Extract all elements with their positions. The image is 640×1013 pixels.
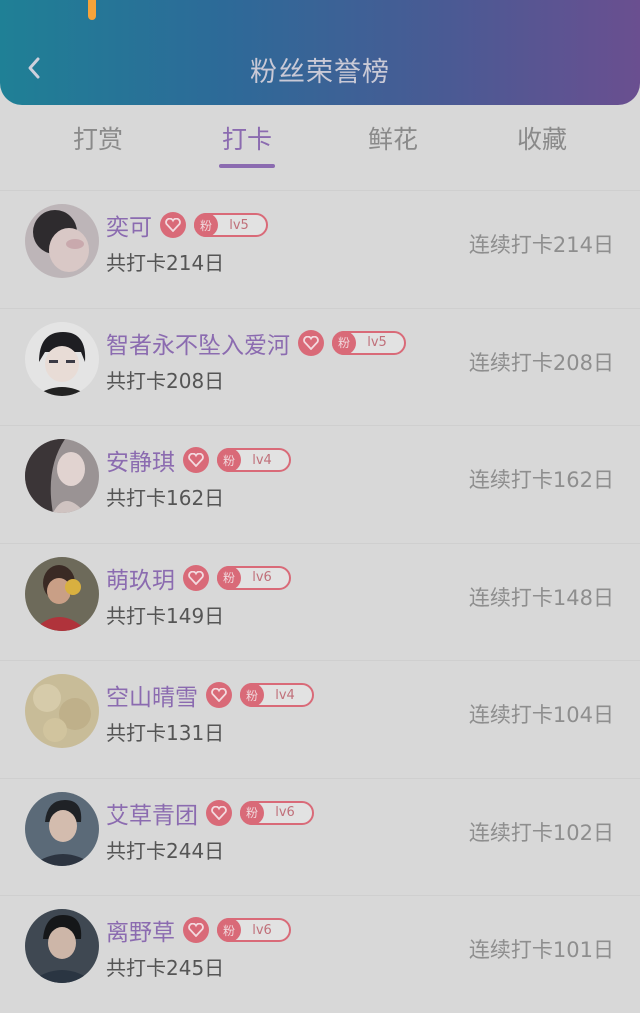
- fan-level-badge: 粉 lv5: [194, 213, 268, 237]
- fan-label: 粉: [217, 918, 241, 942]
- tab-bar: 打赏 打卡 鲜花 收藏: [0, 112, 640, 172]
- level-label: lv6: [275, 805, 295, 820]
- streak-checkin: 连续打卡102日: [468, 820, 614, 845]
- tab-reward[interactable]: 打赏: [28, 120, 168, 156]
- fan-level-badge: 粉 lv6: [217, 918, 291, 942]
- fan-level-badge: 粉 lv4: [240, 683, 314, 707]
- tab-favorites[interactable]: 收藏: [472, 120, 612, 156]
- fan-label: 粉: [240, 683, 264, 707]
- level-label: lv5: [367, 335, 387, 350]
- total-checkin: 共打卡245日: [106, 956, 225, 980]
- user-name[interactable]: 智者永不坠入爱河: [106, 326, 290, 360]
- fan-label: 粉: [332, 330, 356, 355]
- list-item[interactable]: 离野草 粉 lv6 共打卡245日 连续打卡101日: [0, 895, 640, 1013]
- tab-flowers[interactable]: 鲜花: [323, 120, 463, 156]
- fan-level-badge: 粉 lv5: [332, 330, 406, 355]
- avatar[interactable]: [25, 909, 99, 983]
- fan-ranking-list: 奕可 粉 lv5 共打卡214日 连续打卡214日 智者永不坠入爱河 粉 lv5…: [0, 190, 640, 1013]
- streak-checkin: 连续打卡162日: [468, 468, 614, 492]
- fan-label: 粉: [217, 448, 241, 472]
- streak-checkin: 连续打卡148日: [468, 585, 614, 610]
- user-name[interactable]: 空山晴雪: [106, 678, 198, 712]
- list-item[interactable]: 奕可 粉 lv5 共打卡214日 连续打卡214日: [0, 190, 640, 308]
- fan-level-badge: 粉 lv6: [240, 800, 314, 825]
- total-checkin: 共打卡214日: [106, 251, 225, 275]
- user-name[interactable]: 安静琪: [106, 443, 175, 477]
- total-checkin: 共打卡244日: [106, 838, 225, 863]
- avatar[interactable]: [25, 674, 99, 748]
- fan-level-badge: 粉 lv4: [217, 448, 291, 472]
- avatar[interactable]: [25, 439, 99, 513]
- active-tab-indicator: [219, 164, 275, 168]
- streak-checkin: 连续打卡101日: [468, 938, 614, 962]
- status-indicator: [88, 0, 96, 20]
- level-label: lv4: [252, 452, 272, 468]
- avatar[interactable]: [25, 556, 99, 631]
- level-label: lv4: [275, 687, 295, 703]
- level-label: lv6: [252, 570, 272, 585]
- fan-label: 粉: [194, 213, 218, 237]
- list-item[interactable]: 艾草青团 粉 lv6 共打卡244日 连续打卡102日: [0, 777, 640, 896]
- user-name[interactable]: 艾草青团: [106, 796, 198, 830]
- tab-checkin[interactable]: 打卡: [177, 120, 317, 156]
- avatar[interactable]: [25, 321, 99, 396]
- streak-checkin: 连续打卡104日: [468, 703, 614, 727]
- user-name[interactable]: 萌玖玥: [106, 561, 175, 595]
- list-item[interactable]: 空山晴雪 粉 lv4 共打卡131日 连续打卡104日: [0, 660, 640, 778]
- page-title: 粉丝荣誉榜: [250, 57, 390, 88]
- heart-icon: [183, 917, 209, 943]
- top-header: 粉丝荣誉榜: [0, 0, 640, 105]
- heart-icon: [298, 329, 324, 356]
- user-name[interactable]: 离野草: [106, 913, 175, 947]
- streak-checkin: 连续打卡208日: [468, 350, 614, 375]
- heart-icon: [183, 564, 209, 591]
- heart-icon: [183, 447, 209, 473]
- level-label: lv6: [252, 922, 272, 938]
- list-item[interactable]: 智者永不坠入爱河 粉 lv5 共打卡208日 连续打卡208日: [0, 307, 640, 426]
- total-checkin: 共打卡162日: [106, 486, 225, 510]
- fan-level-badge: 粉 lv6: [217, 565, 291, 590]
- fan-label: 粉: [217, 565, 241, 590]
- heart-icon: [206, 799, 232, 826]
- total-checkin: 共打卡208日: [106, 368, 225, 393]
- heart-icon: [160, 212, 186, 238]
- fan-label: 粉: [240, 800, 264, 825]
- total-checkin: 共打卡149日: [106, 603, 225, 628]
- list-item[interactable]: 萌玖玥 粉 lv6 共打卡149日 连续打卡148日: [0, 542, 640, 661]
- avatar[interactable]: [25, 791, 99, 866]
- avatar[interactable]: [25, 204, 99, 278]
- user-name[interactable]: 奕可: [106, 208, 152, 242]
- streak-checkin: 连续打卡214日: [468, 233, 614, 257]
- total-checkin: 共打卡131日: [106, 721, 225, 745]
- heart-icon: [206, 682, 232, 708]
- level-label: lv5: [229, 217, 249, 233]
- list-item[interactable]: 安静琪 粉 lv4 共打卡162日 连续打卡162日: [0, 425, 640, 543]
